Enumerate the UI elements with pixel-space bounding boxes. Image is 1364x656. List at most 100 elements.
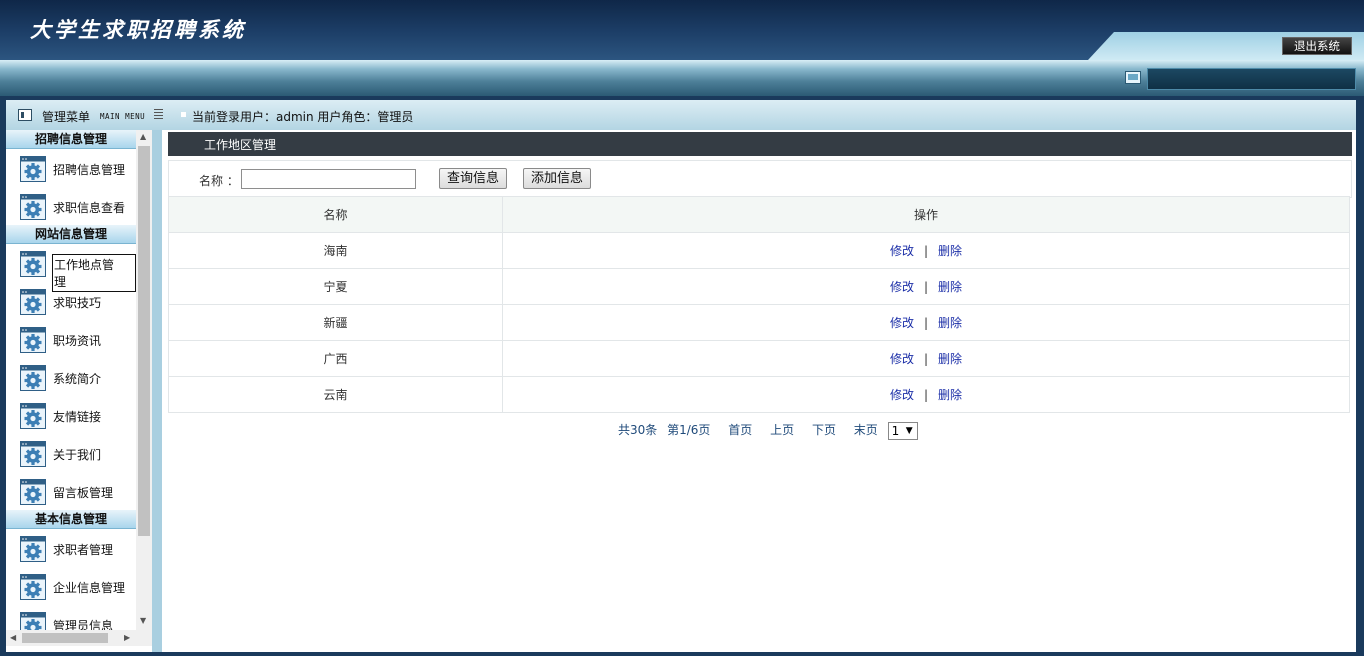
- sidebar-item-label[interactable]: 企业信息管理: [52, 579, 126, 596]
- info-bar: 管理菜单 MAIN MENU 当前登录用户：admin 用户角色：管理员: [6, 100, 1356, 130]
- cell-name: 宁夏: [168, 268, 503, 305]
- sidebar-item-label[interactable]: 招聘信息管理: [52, 161, 126, 178]
- sidebar-item[interactable]: 系统简介: [6, 358, 136, 396]
- sidebar-item-label[interactable]: 求职者管理: [52, 541, 114, 558]
- pager-total: 共30条: [618, 423, 658, 437]
- gear-window-icon: [20, 327, 46, 353]
- edit-link[interactable]: 修改: [890, 280, 914, 294]
- sidebar-item-label[interactable]: 友情链接: [52, 408, 102, 425]
- page-select-value: 1: [891, 423, 900, 438]
- cell-name: 广西: [168, 340, 503, 377]
- sidebar-item[interactable]: 友情链接: [6, 396, 136, 434]
- scroll-down-icon[interactable]: ▼: [140, 616, 146, 625]
- sidebar-item-label[interactable]: 职场资讯: [52, 332, 102, 349]
- menu-title: 管理菜单: [42, 110, 91, 124]
- menu-title-en: MAIN MENU: [100, 112, 146, 121]
- panel-title-text: 工作地区管理: [204, 138, 277, 152]
- delete-link[interactable]: 删除: [938, 316, 962, 330]
- pager-last-link[interactable]: 末页: [854, 420, 878, 440]
- edit-link[interactable]: 修改: [890, 352, 914, 366]
- sidebar-item[interactable]: 企业信息管理: [6, 567, 136, 605]
- cell-actions: 修改 | 删除: [502, 304, 1350, 341]
- scrollbar-thumb[interactable]: [22, 633, 108, 643]
- sidebar-item-label[interactable]: 求职技巧: [52, 294, 102, 311]
- sidebar-item[interactable]: 关于我们: [6, 434, 136, 472]
- menu-toggle-icon[interactable]: [154, 109, 163, 119]
- query-button[interactable]: 查询信息: [439, 168, 508, 189]
- table-row: 新疆 修改 | 删除: [168, 304, 1350, 341]
- cell-actions: 修改 | 删除: [502, 232, 1350, 269]
- cell-name: 新疆: [168, 304, 503, 341]
- sidebar-item[interactable]: 留言板管理: [6, 472, 136, 510]
- sidebar-item-label[interactable]: 关于我们: [52, 446, 102, 463]
- action-separator: |: [923, 316, 929, 330]
- delete-link[interactable]: 删除: [938, 388, 962, 402]
- sidebar-menu: 招聘信息管理 招聘信息管理 求职信息查看 网站信息管理 工作地点管理 求职技巧 职场资讯 系统…: [6, 130, 136, 643]
- top-header: 大学生求职招聘系统 退出系统: [0, 0, 1364, 60]
- scrollbar-thumb[interactable]: [138, 146, 150, 536]
- panel-title: 工作地区管理: [168, 132, 1352, 156]
- gear-window-icon: [20, 156, 46, 182]
- delete-link[interactable]: 删除: [938, 352, 962, 366]
- table-body: 海南 修改 | 删除 宁夏 修改 | 删除 新疆 修改 | 删除 广西 修改 | 删除 云南 修改 | 删除: [168, 232, 1350, 413]
- sidebar-item[interactable]: 求职者管理: [6, 529, 136, 567]
- gear-window-icon: [20, 251, 46, 277]
- current-user-info: 当前登录用户：admin 用户角色：管理员: [192, 110, 414, 124]
- chevron-down-icon: ▼: [905, 425, 913, 436]
- data-table: 名称 操作 海南 修改 | 删除 宁夏 修改 | 删除 新疆 修改 | 删除 广西 修改 | 删除 云南 修改 | 删…: [168, 196, 1350, 413]
- cell-name: 云南: [168, 376, 503, 413]
- sidebar: 招聘信息管理 招聘信息管理 求职信息查看 网站信息管理 工作地点管理 求职技巧 职场资讯 系统…: [6, 130, 152, 652]
- cell-name: 海南: [168, 232, 503, 269]
- edit-link[interactable]: 修改: [890, 388, 914, 402]
- action-separator: |: [923, 280, 929, 294]
- gear-window-icon: [20, 441, 46, 467]
- sidebar-item[interactable]: 职场资讯: [6, 320, 136, 358]
- scroll-right-icon[interactable]: ▶: [124, 633, 130, 642]
- main-frame: 管理菜单 MAIN MENU 当前登录用户：admin 用户角色：管理员 招聘信…: [6, 100, 1356, 652]
- menu-list-icon: [18, 109, 32, 121]
- pager-prev-link[interactable]: 上页: [770, 420, 794, 440]
- add-button[interactable]: 添加信息: [523, 168, 592, 189]
- sidebar-item-label[interactable]: 求职信息查看: [52, 199, 126, 216]
- logout-button[interactable]: 退出系统: [1282, 37, 1352, 55]
- edit-link[interactable]: 修改: [890, 316, 914, 330]
- scroll-left-icon[interactable]: ◀: [10, 633, 16, 642]
- sidebar-group-header[interactable]: 招聘信息管理: [6, 130, 136, 149]
- cell-actions: 修改 | 删除: [502, 268, 1350, 305]
- sidebar-item[interactable]: 求职技巧: [6, 282, 136, 320]
- table-header-row: 名称 操作: [168, 196, 1350, 233]
- page-select[interactable]: 1 ▼: [887, 421, 918, 440]
- pagination: 共30条 第1/6页 首页 上页 下页 末页 1 ▼: [618, 420, 918, 440]
- monitor-icon: [1125, 71, 1141, 84]
- pager-page-info: 第1/6页: [667, 423, 711, 437]
- sidebar-item-label[interactable]: 留言板管理: [52, 484, 114, 501]
- sidebar-item-label[interactable]: 系统简介: [52, 370, 102, 387]
- header-status-bar: [1147, 68, 1356, 90]
- search-label: 名称 ：: [199, 174, 239, 188]
- delete-link[interactable]: 删除: [938, 244, 962, 258]
- gear-window-icon: [20, 365, 46, 391]
- column-header-name: 名称: [168, 196, 503, 233]
- sidebar-group-header[interactable]: 基本信息管理: [6, 510, 136, 529]
- delete-link[interactable]: 删除: [938, 280, 962, 294]
- sidebar-item[interactable]: 求职信息查看: [6, 187, 136, 225]
- gear-window-icon: [20, 536, 46, 562]
- app-title: 大学生求职招聘系统: [30, 17, 246, 42]
- sidebar-item[interactable]: 招聘信息管理: [6, 149, 136, 187]
- action-separator: |: [923, 352, 929, 366]
- action-separator: |: [923, 244, 929, 258]
- gear-window-icon: [20, 479, 46, 505]
- sidebar-item[interactable]: 工作地点管理: [6, 244, 136, 292]
- sidebar-horizontal-scrollbar[interactable]: ◀ ▶: [6, 630, 152, 646]
- search-input[interactable]: [241, 169, 416, 189]
- sidebar-vertical-scrollbar[interactable]: ▲ ▼: [136, 130, 152, 630]
- cell-actions: 修改 | 删除: [502, 340, 1350, 377]
- pager-next-link[interactable]: 下页: [812, 420, 836, 440]
- sidebar-group-header[interactable]: 网站信息管理: [6, 225, 136, 244]
- scroll-up-icon[interactable]: ▲: [140, 132, 146, 141]
- gear-window-icon: [20, 194, 46, 220]
- pager-first-link[interactable]: 首页: [728, 420, 752, 440]
- bullet-icon: [181, 112, 186, 117]
- edit-link[interactable]: 修改: [890, 244, 914, 258]
- table-row: 海南 修改 | 删除: [168, 232, 1350, 269]
